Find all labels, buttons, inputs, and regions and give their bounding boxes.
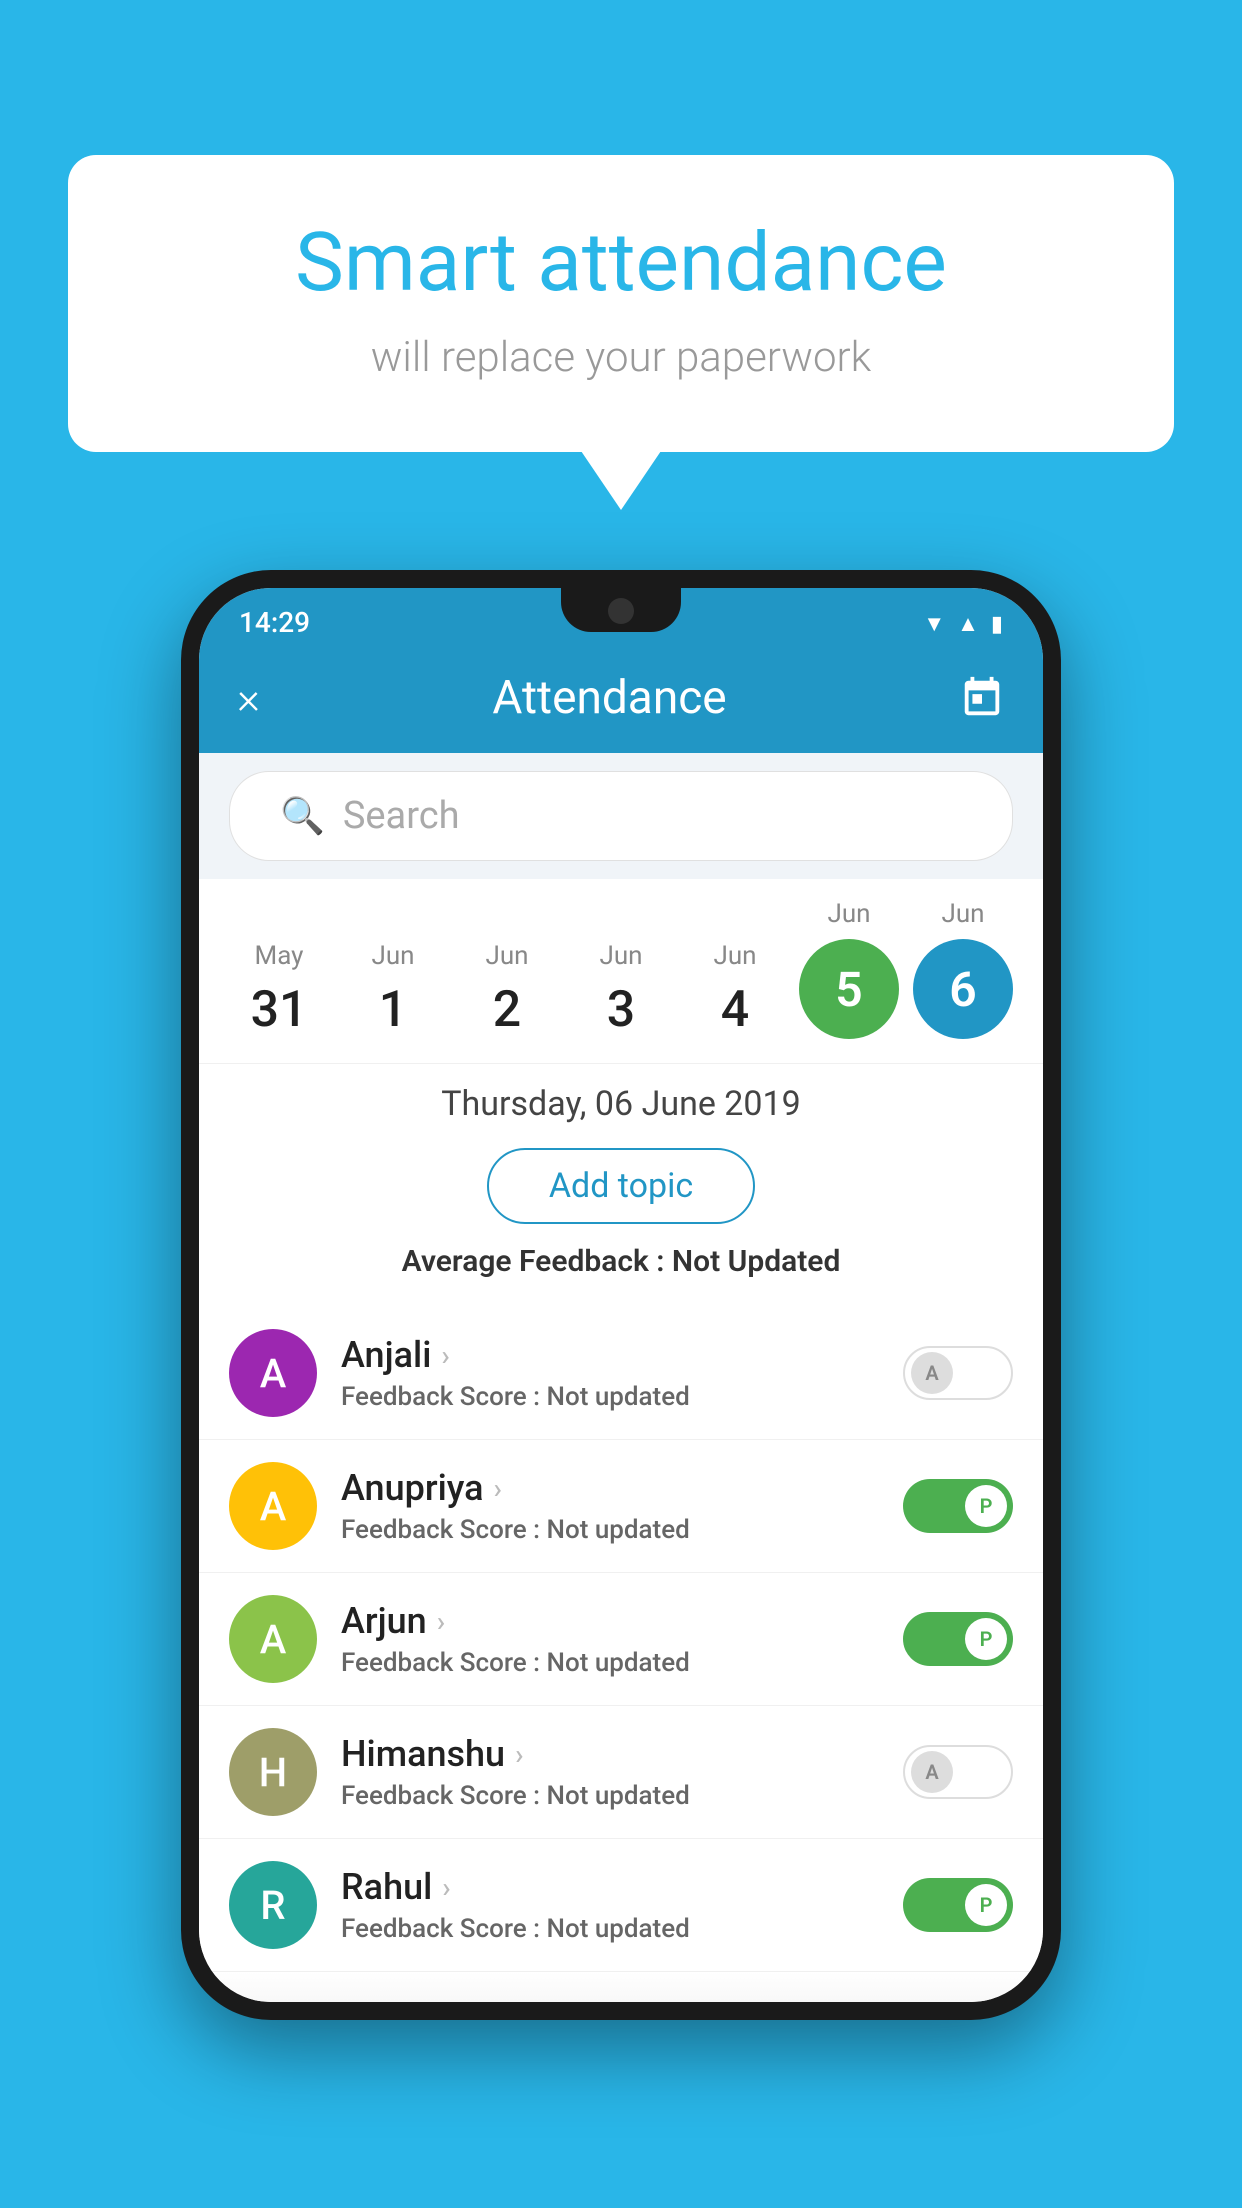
date-month: May	[255, 941, 304, 971]
status-time: 14:29	[239, 606, 310, 639]
student-name: Arjun ›	[341, 1600, 879, 1642]
date-number: 4	[721, 981, 749, 1039]
attendance-toggle-present[interactable]: P	[903, 1878, 1013, 1932]
date-number: 2	[493, 981, 521, 1039]
avg-feedback-label: Average Feedback :	[402, 1244, 665, 1279]
student-info: Arjun › Feedback Score : Not updated	[341, 1600, 879, 1678]
student-name: Rahul ›	[341, 1866, 879, 1908]
avatar: A	[229, 1595, 317, 1683]
search-input-label[interactable]: Search	[343, 794, 460, 838]
date-month: Jun	[485, 941, 528, 971]
toggle-knob: A	[911, 1751, 953, 1793]
student-info: Anupriya › Feedback Score : Not updated	[341, 1467, 879, 1545]
chevron-right-icon: ›	[515, 1738, 523, 1771]
phone-screen: 14:29 × Attendance 🔍 Search	[199, 588, 1043, 2002]
student-info: Anjali › Feedback Score : Not updated	[341, 1334, 879, 1412]
date-number: 1	[379, 981, 407, 1039]
student-name: Himanshu ›	[341, 1733, 879, 1775]
date-month: Jun	[713, 941, 756, 971]
status-icons	[923, 608, 1003, 638]
feedback-score: Feedback Score : Not updated	[341, 1914, 879, 1944]
wifi-icon	[923, 608, 945, 638]
header-title: Attendance	[492, 671, 726, 725]
toggle-knob: P	[965, 1618, 1007, 1660]
chevron-right-icon: ›	[494, 1472, 502, 1505]
student-list: A Anjali › Feedback Score : Not updated …	[199, 1307, 1043, 1972]
date-month: Jun	[371, 941, 414, 971]
phone-frame: 14:29 × Attendance 🔍 Search	[181, 570, 1061, 2020]
date-circle-green: 5	[799, 939, 899, 1039]
search-icon: 🔍	[280, 795, 325, 837]
signal-icon	[957, 608, 979, 638]
avatar: R	[229, 1861, 317, 1949]
phone-wrapper: 14:29 × Attendance 🔍 Search	[181, 570, 1061, 2020]
avg-feedback: Average Feedback : Not Updated	[229, 1244, 1013, 1279]
bottom-fade	[199, 1972, 1043, 2002]
add-topic-button[interactable]: Add topic	[487, 1148, 755, 1224]
attendance-toggle-absent[interactable]: A	[903, 1346, 1013, 1400]
student-name: Anjali ›	[341, 1334, 879, 1376]
date-number: 3	[607, 981, 635, 1039]
date-item-jun5[interactable]: Jun 5	[799, 899, 899, 1039]
student-row[interactable]: R Rahul › Feedback Score : Not updated P	[199, 1839, 1043, 1972]
chevron-right-icon: ›	[442, 1871, 450, 1904]
attendance-toggle-absent[interactable]: A	[903, 1745, 1013, 1799]
student-name: Anupriya ›	[341, 1467, 879, 1509]
speech-bubble: Smart attendance will replace your paper…	[68, 155, 1174, 452]
chevron-right-icon: ›	[441, 1339, 449, 1372]
close-button[interactable]: ×	[237, 672, 260, 724]
search-container: 🔍 Search	[199, 753, 1043, 879]
avatar: A	[229, 1329, 317, 1417]
date-month: Jun	[941, 899, 984, 929]
bubble-subtitle: will replace your paperwork	[148, 333, 1094, 382]
date-month: Jun	[827, 899, 870, 929]
date-circle-blue: 6	[913, 939, 1013, 1039]
date-number: 5	[835, 961, 862, 1018]
student-info: Himanshu › Feedback Score : Not updated	[341, 1733, 879, 1811]
date-number: 31	[251, 981, 308, 1039]
battery-icon	[991, 608, 1003, 638]
date-item-jun1[interactable]: Jun 1	[343, 941, 443, 1039]
feedback-score: Feedback Score : Not updated	[341, 1382, 879, 1412]
student-row[interactable]: A Arjun › Feedback Score : Not updated P	[199, 1573, 1043, 1706]
attendance-toggle-present[interactable]: P	[903, 1479, 1013, 1533]
speech-bubble-container: Smart attendance will replace your paper…	[68, 155, 1174, 452]
student-row[interactable]: A Anupriya › Feedback Score : Not update…	[199, 1440, 1043, 1573]
search-bar[interactable]: 🔍 Search	[229, 771, 1013, 861]
toggle-knob: P	[965, 1884, 1007, 1926]
app-header: × Attendance	[199, 651, 1043, 753]
date-item-jun3[interactable]: Jun 3	[571, 941, 671, 1039]
date-month: Jun	[599, 941, 642, 971]
date-info: Thursday, 06 June 2019 Add topic Average…	[199, 1063, 1043, 1307]
student-row[interactable]: A Anjali › Feedback Score : Not updated …	[199, 1307, 1043, 1440]
bubble-title: Smart attendance	[148, 215, 1094, 311]
avatar: H	[229, 1728, 317, 1816]
selected-date: Thursday, 06 June 2019	[229, 1084, 1013, 1124]
date-item-jun2[interactable]: Jun 2	[457, 941, 557, 1039]
date-number: 6	[949, 961, 976, 1018]
toggle-knob: P	[965, 1485, 1007, 1527]
date-item-jun6[interactable]: Jun 6	[913, 899, 1013, 1039]
attendance-toggle-present[interactable]: P	[903, 1612, 1013, 1666]
student-info: Rahul › Feedback Score : Not updated	[341, 1866, 879, 1944]
date-item-jun4[interactable]: Jun 4	[685, 941, 785, 1039]
avg-feedback-value: Not Updated	[672, 1244, 840, 1279]
feedback-score: Feedback Score : Not updated	[341, 1648, 879, 1678]
date-strip: May 31 Jun 1 Jun 2 Jun 3 Jun 4	[199, 879, 1043, 1063]
calendar-icon[interactable]	[959, 675, 1005, 721]
feedback-score: Feedback Score : Not updated	[341, 1515, 879, 1545]
student-row[interactable]: H Himanshu › Feedback Score : Not update…	[199, 1706, 1043, 1839]
feedback-score: Feedback Score : Not updated	[341, 1781, 879, 1811]
avatar: A	[229, 1462, 317, 1550]
chevron-right-icon: ›	[437, 1605, 445, 1638]
phone-camera	[608, 598, 634, 624]
toggle-knob: A	[911, 1352, 953, 1394]
phone-notch	[561, 588, 681, 632]
date-item-may31[interactable]: May 31	[229, 941, 329, 1039]
